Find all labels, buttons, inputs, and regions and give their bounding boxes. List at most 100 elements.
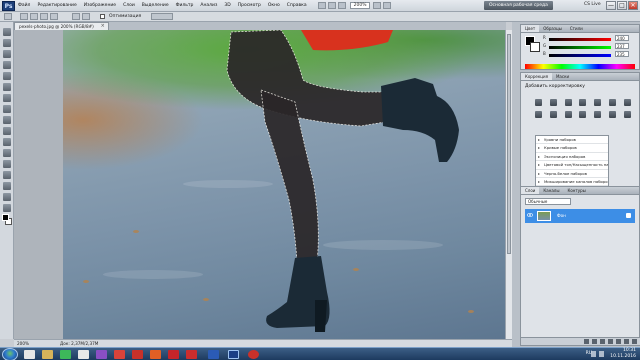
tab-masks[interactable]: Маски — [552, 73, 573, 80]
lasso-tool-icon[interactable] — [3, 50, 11, 58]
type-tool-icon[interactable] — [3, 193, 11, 201]
marquee-tool-icon[interactable] — [3, 39, 11, 47]
menu-view[interactable]: Просмотр — [238, 3, 261, 8]
red-track[interactable] — [549, 38, 611, 41]
clock[interactable]: 10:31 10.11.2016 — [610, 348, 636, 360]
posterize-icon[interactable] — [594, 111, 602, 118]
zoom-level[interactable]: 200% — [349, 2, 371, 9]
app-icon[interactable] — [114, 350, 125, 359]
minimize-button[interactable]: — — [606, 1, 616, 10]
gradient-map-icon[interactable] — [623, 111, 631, 118]
add-mask-icon[interactable] — [600, 339, 605, 344]
volume-icon[interactable] — [599, 351, 604, 357]
red-value[interactable]: 240 — [615, 35, 629, 41]
menu-analysis[interactable]: Анализ — [200, 3, 217, 8]
opera-icon[interactable] — [132, 350, 143, 359]
healing-brush-tool-icon[interactable] — [3, 94, 11, 102]
hue-saturation-icon[interactable] — [609, 99, 617, 106]
curves-icon[interactable] — [564, 99, 572, 106]
menu-image[interactable]: Изображение — [84, 3, 116, 8]
delete-layer-icon[interactable] — [632, 339, 637, 344]
close-document-icon[interactable]: × — [101, 23, 105, 30]
layer-name[interactable]: Фон — [557, 213, 566, 218]
ie-icon[interactable] — [24, 350, 35, 359]
chrome-icon[interactable] — [60, 350, 71, 359]
path-selection-tool-icon[interactable] — [3, 204, 11, 212]
eraser-tool-icon[interactable] — [3, 138, 11, 146]
green-value[interactable]: 237 — [615, 43, 629, 49]
menu-file[interactable]: Файл — [18, 3, 30, 8]
close-button[interactable]: ✕ — [628, 1, 638, 10]
layer-row-background[interactable]: Фон — [525, 209, 635, 223]
vibrance-icon[interactable] — [594, 99, 602, 106]
scrollbar-thumb[interactable] — [507, 34, 511, 254]
new-layer-icon[interactable] — [624, 339, 629, 344]
pen-tool-icon[interactable] — [3, 182, 11, 190]
firefox-icon[interactable] — [150, 350, 161, 359]
tool-preset-icon[interactable] — [4, 13, 12, 20]
tab-paths[interactable]: Контуры — [563, 187, 589, 194]
menu-layers[interactable]: Слои — [123, 3, 135, 8]
sample-all-icon[interactable] — [82, 13, 90, 20]
foreground-color-swatch[interactable] — [2, 214, 9, 221]
preset-exposure[interactable]: Экспозиция наборов — [536, 153, 608, 162]
workspace-switcher-button[interactable]: Основная рабочая среда — [484, 1, 553, 10]
gradient-tool-icon[interactable] — [3, 149, 11, 157]
add-selection-icon[interactable] — [30, 13, 38, 20]
intersect-selection-icon[interactable] — [50, 13, 58, 20]
tab-styles[interactable]: Стили — [566, 25, 587, 32]
start-button[interactable] — [2, 348, 18, 360]
menu-select[interactable]: Выделение — [142, 3, 169, 8]
new-selection-icon[interactable] — [20, 13, 28, 20]
red-slider[interactable]: R 240 — [543, 35, 629, 41]
green-track[interactable] — [549, 46, 611, 49]
document-tab[interactable]: pexels-photo.jpg @ 200% (RGB/8#) × — [14, 22, 109, 30]
threshold-icon[interactable] — [609, 111, 617, 118]
color-balance-icon[interactable] — [623, 99, 631, 106]
blur-tool-icon[interactable] — [3, 160, 11, 168]
new-adjustment-icon[interactable] — [608, 339, 613, 344]
arrange-documents-icon[interactable] — [373, 2, 382, 9]
blue-value[interactable]: 235 — [615, 51, 629, 57]
eyedropper-tool-icon[interactable] — [3, 83, 11, 91]
channel-mixer-icon[interactable] — [564, 111, 572, 118]
new-group-icon[interactable] — [616, 339, 621, 344]
menu-filter[interactable]: Фильтр — [176, 3, 194, 8]
photoshop-taskbar-icon[interactable] — [228, 350, 239, 359]
quick-selection-tool-icon[interactable] — [3, 61, 11, 69]
media-player-icon[interactable] — [96, 350, 107, 359]
preset-black-white[interactable]: Черно-белое наборов — [536, 170, 608, 178]
cs-live-link[interactable]: CS Live — [584, 2, 601, 7]
preset-curves[interactable]: Кривые наборов — [536, 144, 608, 153]
tab-color[interactable]: Цвет — [521, 25, 540, 32]
tab-adjustments[interactable]: Коррекция — [521, 73, 552, 80]
layer-style-icon[interactable] — [592, 339, 597, 344]
word-icon[interactable] — [208, 350, 219, 359]
blend-mode-select[interactable]: Обычные — [525, 198, 571, 205]
preset-levels[interactable]: Уровни наборов — [536, 136, 608, 145]
vertical-scrollbar[interactable] — [505, 30, 512, 339]
screen-mode-icon[interactable] — [383, 2, 392, 9]
menu-help[interactable]: Справка — [287, 3, 307, 8]
color-spectrum-ramp[interactable] — [525, 64, 635, 69]
app-icon[interactable] — [186, 350, 197, 359]
zoom-tool-icon[interactable] — [327, 2, 336, 9]
menu-window[interactable]: Окно — [268, 3, 280, 8]
exposure-icon[interactable] — [579, 99, 587, 106]
subtract-selection-icon[interactable] — [40, 13, 48, 20]
app-icon[interactable] — [248, 350, 259, 359]
tab-swatches[interactable]: Образцы — [539, 25, 566, 32]
optimize-checkbox[interactable] — [100, 14, 105, 19]
tab-channels[interactable]: Каналы — [539, 187, 563, 194]
blue-slider[interactable]: B 235 — [543, 51, 629, 57]
yandex-icon[interactable] — [78, 350, 89, 359]
brush-size-icon[interactable] — [72, 13, 80, 20]
app-icon[interactable] — [168, 350, 179, 359]
document-canvas[interactable] — [63, 30, 505, 339]
crop-tool-icon[interactable] — [3, 72, 11, 80]
dodge-tool-icon[interactable] — [3, 171, 11, 179]
tab-layers[interactable]: Слои — [521, 187, 540, 194]
link-layers-icon[interactable] — [584, 339, 589, 344]
explorer-icon[interactable] — [42, 350, 53, 359]
menu-edit[interactable]: Редактирование — [37, 3, 76, 8]
